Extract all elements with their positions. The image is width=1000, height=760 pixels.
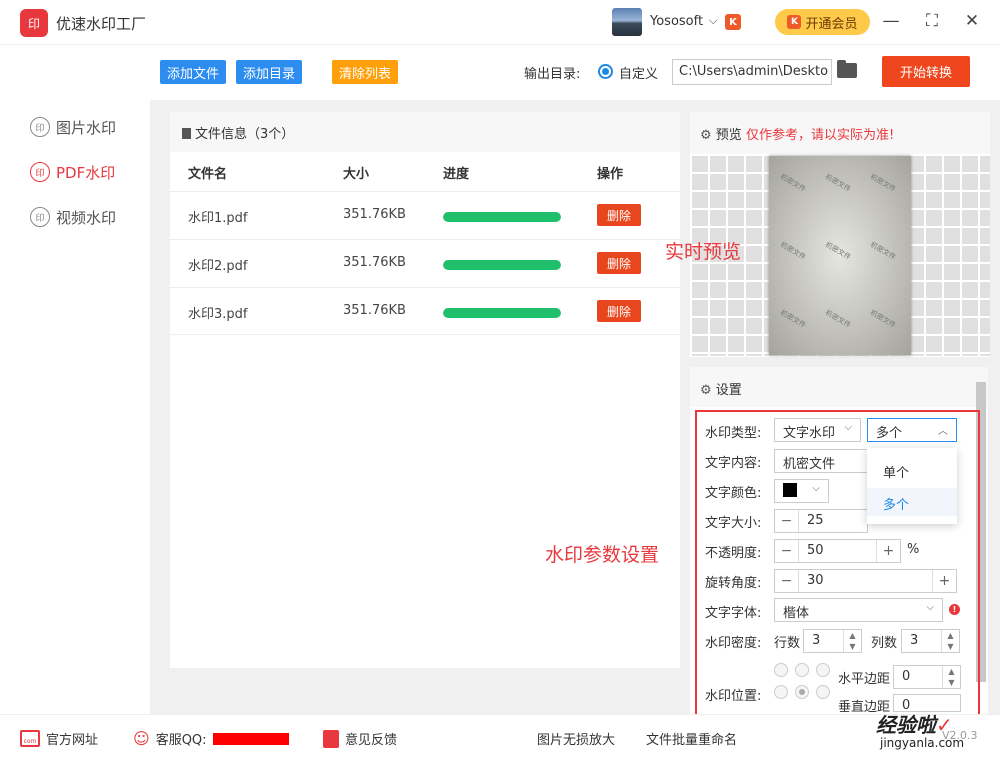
settings-title: 设置 (715, 383, 742, 398)
gear-icon: ⚙ (700, 383, 712, 398)
settings-header: ⚙ 设置 (690, 367, 988, 407)
sidebar-item-label: PDF水印 (56, 163, 116, 182)
column-header-action: 操作 (597, 167, 624, 182)
check-icon: ✓ (936, 713, 953, 737)
minimize-icon[interactable]: — (880, 10, 902, 32)
website-label: 官方网址 (46, 733, 99, 748)
file-size: 351.76KB (343, 207, 406, 222)
file-size: 351.76KB (343, 255, 406, 270)
column-header-name: 文件名 (188, 167, 228, 182)
folder-icon[interactable] (837, 60, 857, 78)
preview-panel: ⚙ 预览 仅作参考，请以实际为准! 机密文件 机密文件 机密文件 机密文件 机密… (690, 112, 990, 357)
feedback-link[interactable]: 意见反馈 (323, 729, 397, 748)
file-name: 水印2.pdf (188, 259, 248, 274)
preview-page: 机密文件 机密文件 机密文件 机密文件 机密文件 机密文件 机密文件 机密文件 … (769, 156, 911, 355)
output-path-field[interactable]: C:\Users\admin\Deskto (672, 59, 832, 85)
app-title: 优速水印工厂 (56, 15, 147, 33)
site-watermark-logo: 经验啦✓ (876, 709, 953, 738)
progress-bar (443, 260, 561, 270)
chevron-down-icon[interactable]: ⌵ (709, 14, 717, 28)
stamp-icon: 印 (30, 162, 50, 182)
image-upscale-link[interactable]: 图片无损放大 (537, 729, 615, 748)
watermark-text: 机密文件 (778, 308, 808, 330)
file-info-header: 文件信息（3个） (170, 112, 680, 152)
qq-support[interactable]: ☺ 客服QQ: (133, 729, 289, 748)
progress-fill (443, 260, 561, 270)
stamp-icon: 印 (30, 117, 50, 137)
watermark-text: 机密文件 (868, 308, 898, 330)
stamp-icon: 印 (30, 207, 50, 227)
watermark-text: 机密文件 (778, 172, 808, 194)
annotation-highlight-box (695, 410, 980, 720)
user-name[interactable]: Yososoft (650, 14, 703, 29)
qq-label: 客服QQ: (155, 733, 207, 748)
close-icon[interactable]: ✕ (961, 10, 983, 32)
sidebar (0, 46, 150, 714)
sidebar-item-pdf-watermark[interactable]: 印 PDF水印 (30, 160, 115, 184)
headset-icon: ☺ (133, 729, 150, 748)
delete-button[interactable]: 删除 (597, 300, 641, 322)
sidebar-item-label: 图片水印 (56, 118, 117, 137)
file-info-title: 文件信息（3个） (195, 127, 295, 142)
preview-warning: 仅作参考，请以实际为准! (745, 128, 895, 143)
site-watermark-text: 经验啦 (876, 713, 936, 737)
progress-fill (443, 212, 561, 222)
vip-label: 开通会员 (805, 16, 858, 32)
progress-bar (443, 212, 561, 222)
start-convert-button[interactable]: 开始转换 (882, 56, 970, 87)
watermark-text: 机密文件 (823, 240, 853, 262)
maximize-icon[interactable]: ⛶ (921, 10, 943, 32)
watermark-text: 机密文件 (868, 240, 898, 262)
custom-radio[interactable] (598, 64, 613, 79)
table-row: 水印2.pdf 351.76KB 删除 (170, 239, 680, 287)
vip-button[interactable]: K 开通会员 (775, 9, 870, 35)
batch-rename-link[interactable]: 文件批量重命名 (646, 729, 737, 748)
file-name: 水印3.pdf (188, 307, 248, 322)
watermark-text: 机密文件 (778, 240, 808, 262)
website-icon: com (20, 730, 40, 747)
sidebar-item-label: 视频水印 (56, 208, 117, 227)
column-header-progress: 进度 (443, 167, 470, 182)
feedback-label: 意见反馈 (345, 733, 398, 748)
realtime-preview-annotation: 实时预览 (665, 241, 742, 263)
add-file-button[interactable]: 添加文件 (160, 60, 227, 84)
file-name: 水印1.pdf (188, 211, 248, 226)
add-directory-button[interactable]: 添加目录 (236, 60, 303, 84)
clear-list-button[interactable]: 清除列表 (332, 60, 399, 84)
vip-badge-icon: K (725, 14, 741, 30)
watermark-text: 机密文件 (868, 172, 898, 194)
progress-bar (443, 308, 561, 318)
gear-icon: ⚙ (700, 128, 712, 143)
pdf-icon (323, 729, 339, 748)
settings-annotation: 水印参数设置 (545, 544, 660, 566)
sidebar-item-image-watermark[interactable]: 印图片水印 (30, 115, 116, 139)
vip-icon: K (787, 15, 802, 29)
preview-header: ⚙ 预览 仅作参考，请以实际为准! (690, 112, 990, 154)
progress-fill (443, 308, 561, 318)
avatar[interactable] (612, 8, 642, 36)
watermark-text: 机密文件 (823, 308, 853, 330)
redacted-qq (212, 732, 289, 745)
table-row: 水印3.pdf 351.76KB 删除 (170, 287, 680, 335)
website-link[interactable]: com 官方网址 (20, 729, 98, 748)
app-logo-icon: 印 (20, 9, 48, 37)
output-dir-label: 输出目录: (524, 67, 581, 82)
delete-button[interactable]: 删除 (597, 252, 641, 274)
file-icon (182, 128, 191, 139)
file-panel: 文件信息（3个） 文件名 大小 进度 操作 水印1.pdf 351.76KB 删… (170, 112, 680, 668)
column-header-size: 大小 (343, 167, 370, 182)
file-size: 351.76KB (343, 303, 406, 318)
preview-title: 预览 (715, 128, 742, 143)
sidebar-item-video-watermark[interactable]: 印视频水印 (30, 205, 116, 229)
watermark-text: 机密文件 (823, 172, 853, 194)
custom-radio-label[interactable]: 自定义 (619, 63, 658, 82)
site-watermark-url: jingyanla.com (880, 736, 965, 750)
delete-button[interactable]: 删除 (597, 204, 641, 226)
table-row: 水印1.pdf 351.76KB 删除 (170, 191, 680, 239)
